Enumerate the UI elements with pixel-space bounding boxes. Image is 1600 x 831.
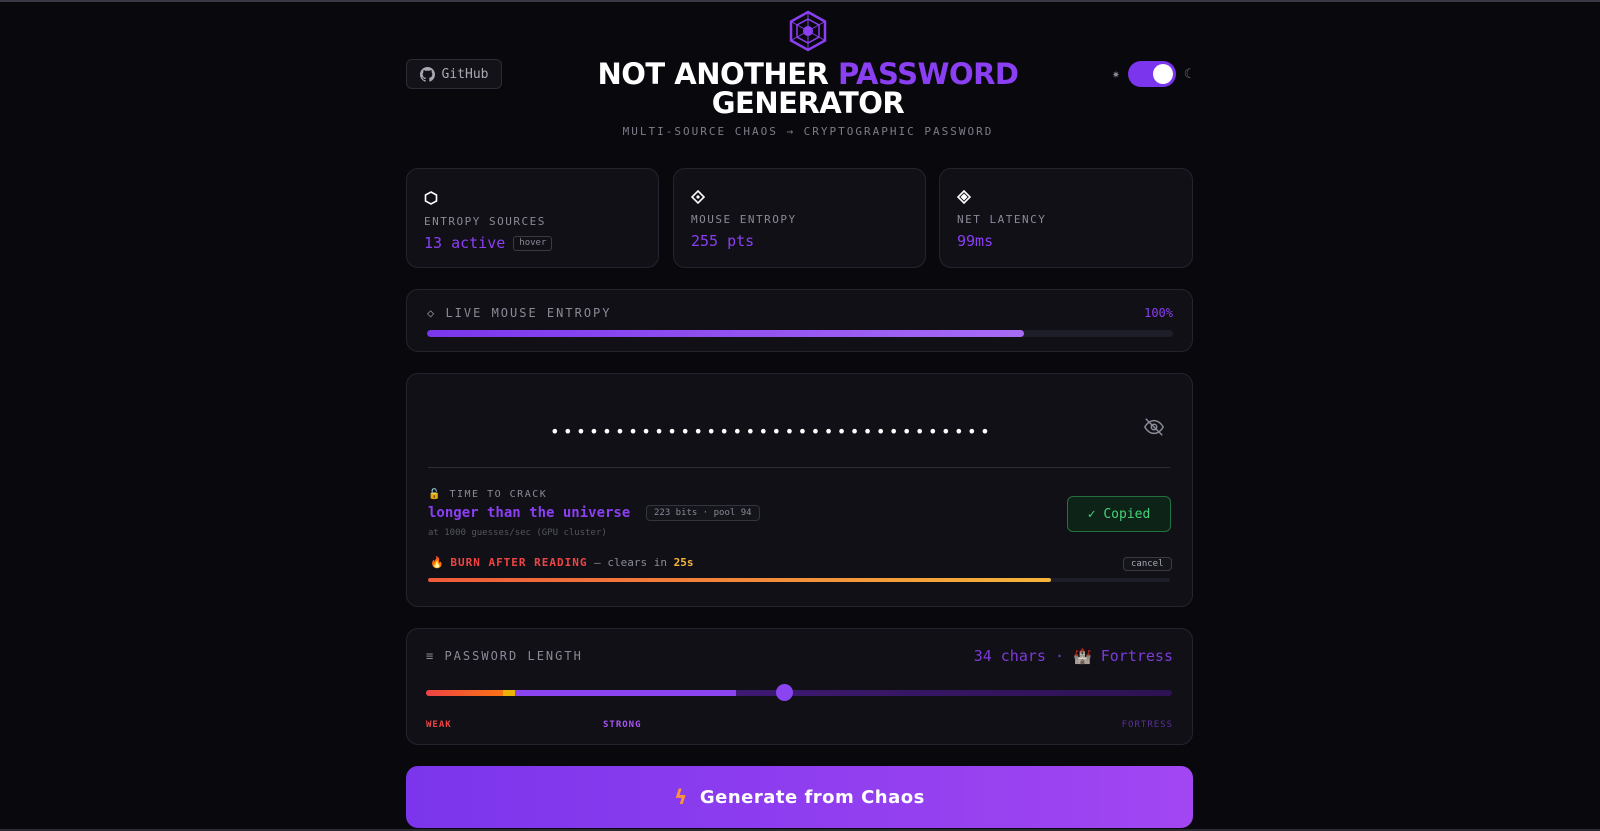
slider-strong-segment — [515, 690, 736, 696]
entropy-sources-label: ENTROPY SOURCES — [424, 215, 546, 228]
burn-text: — clears in — [587, 556, 674, 569]
theme-toggle[interactable] — [1127, 61, 1176, 87]
flame-icon: 🔥 — [430, 556, 451, 569]
mouse-entropy-card: MOUSE ENTROPY 255 pts — [673, 168, 926, 268]
password-masked[interactable]: •••••••••••••••••••••••••••••••••• — [550, 422, 993, 441]
castle-icon: 🏰 — [1073, 647, 1101, 665]
burn-time: 25s — [673, 556, 694, 569]
lock-icon: 🔓 — [428, 489, 450, 500]
cancel-burn-button[interactable]: cancel — [1123, 557, 1172, 571]
length-separator: · — [1045, 647, 1074, 665]
live-entropy-label: LIVE MOUSE ENTROPY — [445, 306, 612, 320]
length-level: Fortress — [1100, 647, 1173, 665]
hexagon-logo-icon — [789, 10, 827, 52]
diamond-icon — [691, 190, 705, 204]
menu-lines-icon: ≡ — [426, 649, 445, 663]
lightning-icon: ϟ — [674, 785, 688, 809]
live-entropy-card: ◇ LIVE MOUSE ENTROPY 100% — [406, 289, 1193, 352]
live-entropy-label-row: ◇ LIVE MOUSE ENTROPY — [427, 306, 612, 320]
github-button[interactable]: GitHub — [406, 59, 502, 89]
moon-icon: ☾ — [1183, 66, 1192, 82]
password-length-label: PASSWORD LENGTH — [444, 649, 583, 663]
page-subtitle: MULTI-SOURCE CHAOS → CRYPTOGRAPHIC PASSW… — [622, 125, 994, 138]
tick-strong: STRONG — [603, 720, 642, 730]
entropy-sources-value-row: 13 active hover — [424, 234, 553, 252]
length-slider-thumb[interactable] — [775, 684, 793, 701]
tick-fortress: FORTRESS — [1121, 720, 1173, 730]
hover-badge: hover — [513, 236, 553, 251]
window-top-border — [0, 0, 1600, 2]
mouse-entropy-value: 255 pts — [691, 232, 755, 250]
copy-button[interactable]: ✓ Copied — [1067, 496, 1171, 532]
password-card: •••••••••••••••••••••••••••••••••• 🔓 TIM… — [406, 373, 1193, 607]
title-part2: GENERATOR — [711, 86, 905, 120]
live-entropy-track — [427, 330, 1173, 337]
hexagon-icon — [424, 191, 438, 205]
tick-weak: WEAK — [426, 720, 452, 730]
password-length-card: ≡ PASSWORD LENGTH 34 chars · 🏰 Fortress … — [406, 628, 1193, 745]
password-length-label-row: ≡ PASSWORD LENGTH — [426, 649, 583, 663]
length-value-row: 34 chars · 🏰 Fortress — [974, 647, 1173, 665]
bits-badge: 223 bits · pool 94 — [646, 505, 760, 521]
live-entropy-fill — [427, 330, 1024, 337]
mouse-entropy-label: MOUSE ENTROPY — [691, 213, 797, 226]
time-to-crack-label: TIME TO CRACK — [449, 489, 548, 500]
slider-weak-segment — [426, 690, 503, 696]
time-to-crack-label-row: 🔓 TIME TO CRACK — [428, 489, 547, 500]
net-latency-value: 99ms — [957, 232, 994, 250]
entropy-sources-value: 13 active — [424, 234, 506, 252]
github-icon — [419, 66, 435, 82]
slider-medium-segment — [503, 690, 515, 696]
length-slider-track[interactable] — [426, 690, 1172, 696]
theme-toggle-group: ✷ ☾ — [1112, 61, 1192, 87]
net-latency-card: NET LATENCY 99ms — [939, 168, 1193, 268]
generate-button[interactable]: ϟ Generate from Chaos — [406, 766, 1193, 828]
time-to-crack-value: longer than the universe — [428, 505, 631, 521]
github-label: GitHub — [441, 66, 489, 82]
page-title: NOT ANOTHER PASSWORD GENERATOR — [500, 60, 1116, 118]
eye-off-icon[interactable] — [1143, 416, 1165, 438]
net-latency-label: NET LATENCY — [957, 213, 1047, 226]
entropy-sources-card[interactable]: ENTROPY SOURCES 13 active hover — [406, 168, 659, 268]
generate-label: Generate from Chaos — [699, 786, 925, 808]
burn-after-reading-row: 🔥 BURN AFTER READING — clears in 25s — [430, 556, 694, 569]
burn-track — [428, 578, 1170, 582]
length-chars: 34 chars — [973, 647, 1046, 665]
time-to-crack-note: at 1000 guesses/sec (GPU cluster) — [428, 528, 607, 538]
burn-title: BURN AFTER READING — [450, 556, 588, 569]
filled-diamond-icon — [957, 190, 971, 204]
live-entropy-percent: 100% — [1144, 306, 1173, 320]
password-divider — [428, 467, 1170, 468]
burn-fill — [428, 578, 1052, 582]
toggle-knob — [1152, 64, 1173, 84]
small-diamond-icon: ◇ — [427, 306, 446, 320]
sun-icon: ✷ — [1112, 66, 1120, 82]
